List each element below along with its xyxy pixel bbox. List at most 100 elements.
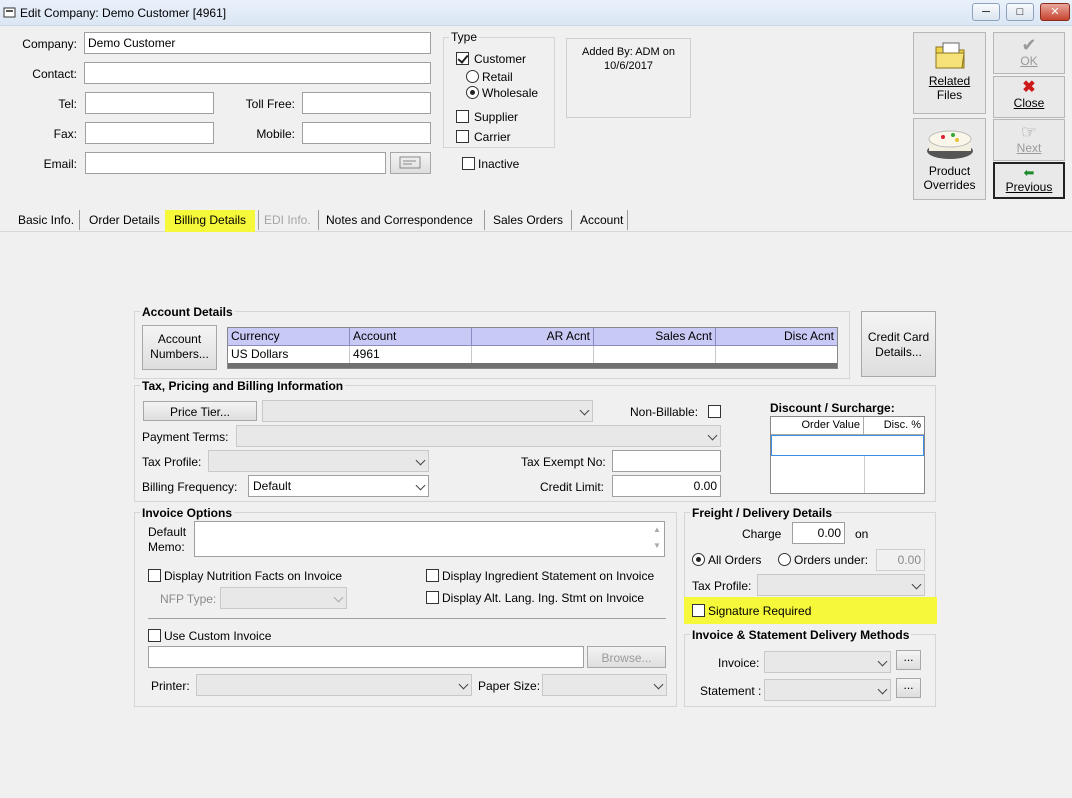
grid-cell-ar-acnt[interactable]	[472, 346, 594, 363]
nutrition-facts-checkbox[interactable]	[148, 569, 161, 582]
charge-field[interactable]: 0.00	[792, 522, 845, 544]
product-overrides-label-2: Overrides	[923, 178, 976, 192]
nfp-type-select[interactable]	[220, 587, 347, 609]
credit-limit-label: Credit Limit:	[540, 480, 605, 494]
maximize-button[interactable]: □	[1006, 3, 1034, 21]
paper-size-select[interactable]	[542, 674, 667, 696]
orders-under-field[interactable]: 0.00	[876, 549, 925, 571]
tollfree-field[interactable]	[302, 92, 431, 114]
retail-radio[interactable]	[466, 70, 479, 83]
all-orders-label: All Orders	[708, 553, 762, 567]
ingredient-statement-checkbox[interactable]	[426, 569, 439, 582]
wholesale-radio[interactable]	[466, 86, 479, 99]
minimize-button[interactable]: ─	[972, 3, 1000, 21]
grid-header-account: Account	[350, 328, 472, 346]
product-overrides-button[interactable]: Product Overrides	[913, 118, 986, 200]
statement-method-select[interactable]	[764, 679, 891, 701]
custom-invoice-checkbox[interactable]	[148, 629, 161, 642]
default-memo-field[interactable]: ▲ ▼	[194, 521, 665, 557]
grid-cell-sales-acnt[interactable]	[594, 346, 716, 363]
back-arrow-icon: ⬅	[1023, 165, 1035, 180]
grid-cell-disc-acnt[interactable]	[716, 346, 837, 363]
non-billable-label: Non-Billable:	[630, 405, 699, 419]
price-tier-select[interactable]	[262, 400, 593, 422]
tab-account[interactable]: Account	[580, 210, 623, 232]
non-billable-checkbox[interactable]	[708, 405, 721, 418]
fax-label: Fax:	[53, 127, 77, 141]
tab-notes-correspondence[interactable]: Notes and Correspondence	[326, 210, 473, 232]
close-window-button[interactable]: ✕	[1040, 3, 1070, 21]
carrier-checkbox[interactable]	[456, 130, 469, 143]
company-field[interactable]: Demo Customer	[84, 32, 431, 54]
chevron-down-icon	[415, 455, 426, 466]
orders-under-radio[interactable]	[778, 553, 791, 566]
invoice-method-select[interactable]	[764, 651, 891, 673]
tab-order-details[interactable]: Order Details	[89, 210, 160, 232]
tax-profile-select[interactable]	[208, 450, 429, 472]
email-field[interactable]	[85, 152, 386, 174]
billing-frequency-select[interactable]: Default	[248, 475, 429, 497]
custom-invoice-label: Use Custom Invoice	[164, 629, 272, 643]
billing-frequency-label: Billing Frequency:	[142, 480, 238, 494]
added-by-line1: Added By: ADM on	[582, 46, 675, 58]
grid-cell-currency[interactable]: US Dollars	[228, 346, 350, 363]
customer-checkbox[interactable]	[456, 52, 469, 65]
contact-field[interactable]	[84, 62, 431, 84]
company-label: Company:	[22, 37, 77, 51]
statement-method-options-button[interactable]: ...	[896, 678, 921, 698]
email-lookup-button[interactable]	[390, 152, 431, 174]
grid-scrollbar[interactable]	[228, 363, 837, 368]
added-by-date: 10/6/2017	[604, 60, 653, 72]
close-window-icon: ✕	[1050, 6, 1060, 18]
ok-button[interactable]: ✔ OK	[993, 32, 1065, 74]
browse-button[interactable]: Browse...	[587, 646, 666, 668]
memo-scrollbar[interactable]: ▲ ▼	[650, 522, 664, 556]
credit-limit-field[interactable]: 0.00	[612, 475, 721, 497]
fax-field[interactable]	[85, 122, 214, 144]
email-lookup-icon	[399, 156, 420, 169]
tab-billing-details[interactable]: Billing Details	[165, 210, 256, 232]
product-overrides-label-1: Product	[928, 164, 971, 178]
discount-new-row[interactable]	[771, 435, 924, 456]
related-files-button[interactable]: Related Files	[913, 32, 986, 114]
next-button[interactable]: ☞ Next	[993, 119, 1065, 161]
grid-header-ar-acnt: AR Acnt	[472, 328, 594, 346]
grid-cell-account[interactable]: 4961	[350, 346, 472, 363]
window-title: Edit Company: Demo Customer [4961]	[20, 6, 227, 20]
signature-required-checkbox[interactable]	[692, 604, 705, 617]
account-grid[interactable]: Currency Account AR Acnt Sales Acnt Disc…	[227, 327, 838, 369]
inactive-checkbox[interactable]	[462, 157, 475, 170]
printer-select[interactable]	[196, 674, 472, 696]
custom-invoice-path-field[interactable]	[148, 646, 584, 668]
payment-terms-label: Payment Terms:	[142, 430, 229, 444]
orders-under-label: Orders under:	[794, 553, 869, 567]
nutrition-facts-label: Display Nutrition Facts on Invoice	[164, 569, 343, 583]
tax-exempt-field[interactable]	[612, 450, 721, 472]
account-numbers-button[interactable]: Account Numbers...	[142, 325, 217, 370]
all-orders-radio[interactable]	[692, 553, 705, 566]
credit-card-details-button[interactable]: Credit Card Details...	[861, 311, 936, 377]
tab-edi-info[interactable]: EDI Info.	[264, 210, 311, 232]
tel-field[interactable]	[85, 92, 214, 114]
alt-lang-checkbox[interactable]	[426, 591, 439, 604]
freight-tax-profile-select[interactable]	[757, 574, 925, 596]
close-label: Close	[1013, 96, 1045, 110]
close-button[interactable]: ✖ Close	[993, 76, 1065, 118]
ok-label: OK	[1020, 54, 1038, 68]
chevron-down-icon	[333, 592, 344, 603]
discount-grid[interactable]: Order Value Disc. %	[770, 416, 925, 494]
tab-sales-orders[interactable]: Sales Orders	[493, 210, 563, 232]
mobile-field[interactable]	[302, 122, 431, 144]
red-x-icon: ✖	[1022, 79, 1036, 96]
chevron-down-icon	[458, 679, 469, 690]
tab-basic-info[interactable]: Basic Info.	[18, 210, 74, 232]
billing-frequency-value: Default	[253, 479, 292, 493]
supplier-checkbox[interactable]	[456, 110, 469, 123]
price-tier-button[interactable]: Price Tier...	[143, 401, 257, 421]
printer-label: Printer:	[151, 679, 190, 693]
next-label: Next	[1016, 141, 1042, 155]
mobile-label: Mobile:	[256, 127, 295, 141]
payment-terms-select[interactable]	[236, 425, 721, 447]
invoice-method-options-button[interactable]: ...	[896, 650, 921, 670]
previous-button[interactable]: ⬅ Previous	[993, 162, 1065, 199]
